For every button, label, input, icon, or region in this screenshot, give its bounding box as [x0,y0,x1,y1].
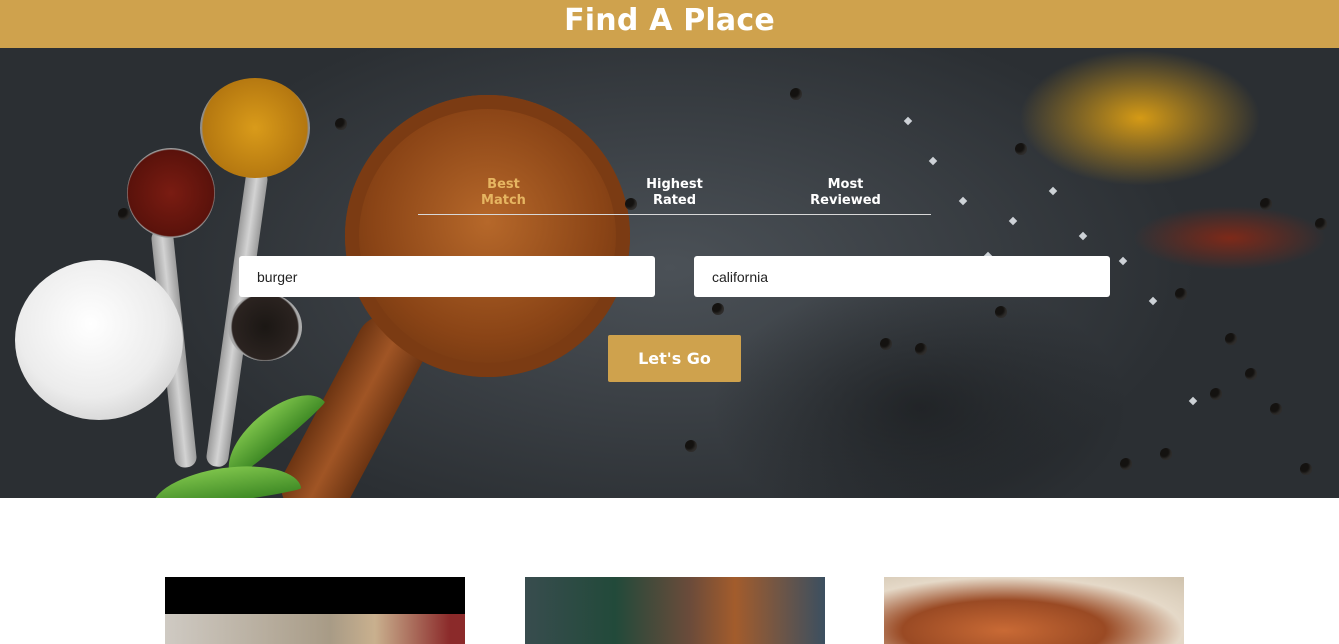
salt-decor [1048,186,1058,196]
peppercorn-decor [1120,458,1132,470]
peppercorn-spoon-decor [228,293,302,361]
business-photo-icon [165,614,465,644]
location-input[interactable] [694,256,1110,297]
sort-tabs: Best Match Highest Rated Most Reviewed [418,177,931,215]
peppercorn-decor [1270,403,1282,415]
peppercorn-decor [118,208,130,220]
tab-label: Highest [646,177,703,192]
peppercorn-decor [1160,448,1172,460]
peppercorn-decor [1015,143,1027,155]
tab-highest-rated[interactable]: Highest Rated [589,177,760,214]
peppercorn-decor [1300,463,1312,475]
app-header: Find A Place [0,0,1339,48]
business-card-image[interactable] [884,577,1184,644]
tab-label: Rated [652,193,697,208]
search-hero: Best Match Highest Rated Most Reviewed L… [0,48,1339,498]
peppercorn-decor [335,118,347,130]
peppercorn-decor [1245,368,1257,380]
wooden-spoon-decor [345,95,630,377]
search-term-input[interactable] [239,256,655,297]
tab-label: Best [487,177,520,192]
garlic-decor [15,260,183,420]
peppercorn-decor [1225,333,1237,345]
turmeric-spoon-decor [200,78,310,178]
salt-decor [1078,231,1088,241]
peppercorn-decor [880,338,892,350]
tab-best-match[interactable]: Best Match [418,177,589,214]
lets-go-button[interactable]: Let's Go [608,335,741,382]
paprika-spoon-decor [127,148,215,238]
peppercorn-decor [790,88,802,100]
peppercorn-decor [995,306,1007,318]
salt-decor [1008,216,1018,226]
salt-decor [1188,396,1198,406]
business-card-image[interactable] [525,577,825,644]
business-card-image[interactable] [165,577,465,644]
tab-most-reviewed[interactable]: Most Reviewed [760,177,931,214]
salt-decor [1118,256,1128,266]
tab-label: Reviewed [810,193,881,208]
app-title: Find A Place [564,2,775,38]
salt-decor [1148,296,1158,306]
peppercorn-decor [712,303,724,315]
peppercorn-decor [1210,388,1222,400]
salt-decor [958,196,968,206]
peppercorn-decor [1315,218,1327,230]
salt-decor [928,156,938,166]
peppercorn-decor [685,440,697,452]
peppercorn-decor [1260,198,1272,210]
peppercorn-decor [1175,288,1187,300]
tab-label: Most [827,177,864,192]
salt-decor [903,116,913,126]
peppercorn-decor [915,343,927,355]
tab-label: Match [481,193,526,208]
